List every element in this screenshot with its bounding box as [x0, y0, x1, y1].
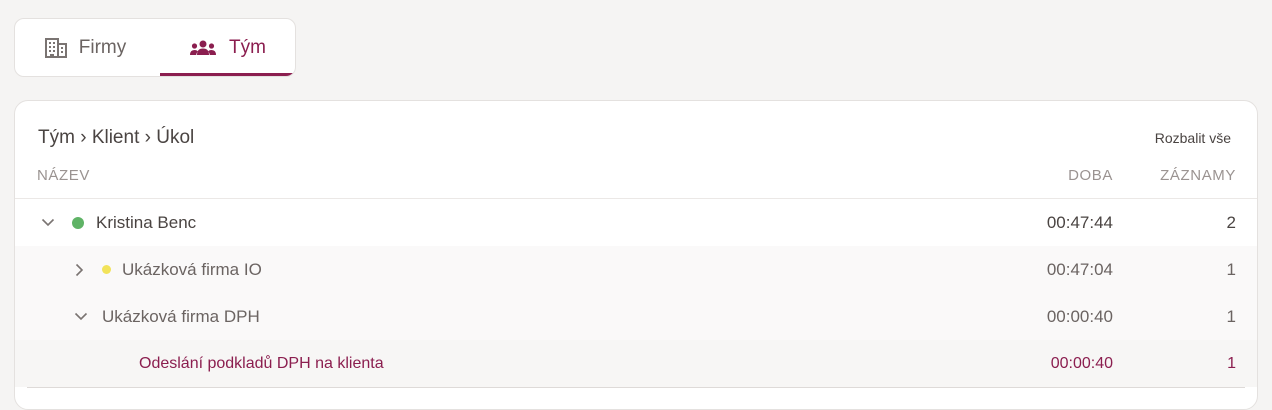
table-row[interactable]: Ukázková firma IO 00:47:04 1	[15, 246, 1257, 293]
status-dot	[72, 216, 84, 229]
row-name: Kristina Benc	[96, 212, 197, 232]
column-header-name[interactable]: NÁZEV	[37, 167, 90, 184]
tab-tym-label: Tým	[229, 36, 266, 58]
tab-firmy[interactable]: Firmy	[15, 19, 160, 76]
view-tabs: Firmy Tým	[14, 18, 296, 77]
building-icon	[44, 37, 67, 58]
row-records: 1	[1227, 354, 1236, 372]
table-bottom-divider	[27, 387, 1245, 388]
team-icon	[189, 40, 217, 56]
chevron-down-icon[interactable]	[74, 312, 88, 321]
status-dot	[102, 265, 111, 274]
tab-firmy-label: Firmy	[78, 36, 127, 58]
row-records: 2	[1226, 212, 1236, 232]
expand-all-button[interactable]: Rozbalit vše	[1155, 130, 1231, 146]
table-row[interactable]: Ukázková firma DPH 00:00:40 1	[15, 293, 1257, 340]
row-records: 1	[1226, 259, 1236, 279]
breadcrumb: Tým › Klient › Úkol	[38, 127, 195, 148]
report-card: Tým › Klient › Úkol Rozbalit vše NÁZEV D…	[14, 100, 1258, 410]
table-row[interactable]: Odeslání podkladů DPH na klienta 00:00:4…	[15, 340, 1257, 387]
row-time: 00:00:40	[1050, 354, 1113, 372]
task-name[interactable]: Odeslání podkladů DPH na klienta	[139, 355, 384, 373]
row-time: 00:47:04	[1046, 259, 1113, 279]
column-header-records[interactable]: ZÁZNAMY	[1160, 167, 1236, 184]
row-records: 1	[1226, 306, 1236, 326]
row-name: Ukázková firma IO	[122, 259, 262, 279]
row-time: 00:47:44	[1046, 212, 1113, 232]
chevron-down-icon[interactable]	[41, 218, 55, 227]
row-name: Ukázková firma DPH	[102, 306, 260, 326]
column-header-time[interactable]: DOBA	[1068, 167, 1113, 184]
table-row[interactable]: Kristina Benc 00:47:44 2	[15, 199, 1257, 246]
tab-tym[interactable]: Tým	[159, 19, 295, 76]
chevron-right-icon[interactable]	[75, 263, 84, 277]
row-time: 00:00:40	[1046, 306, 1113, 326]
